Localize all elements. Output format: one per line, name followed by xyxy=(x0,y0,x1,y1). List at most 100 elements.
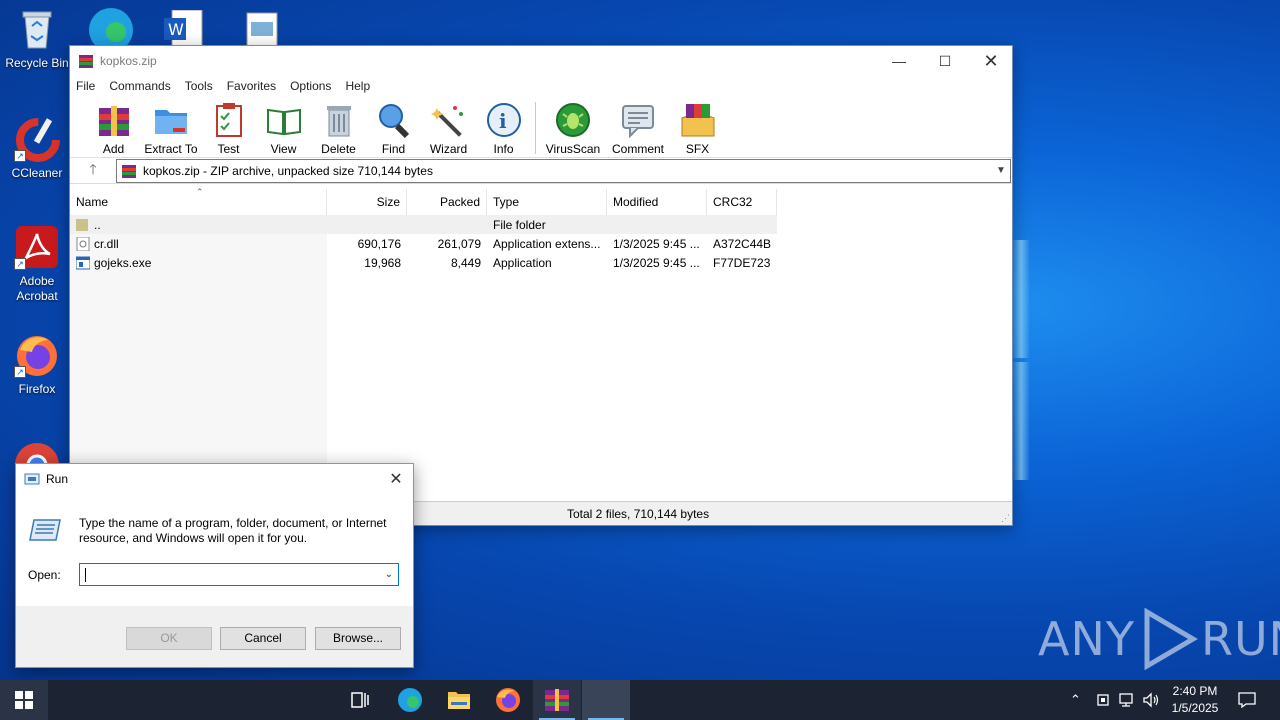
toolbar-info-button[interactable]: i Info xyxy=(476,102,531,156)
row-name-cell: gojeks.exe xyxy=(70,256,327,270)
taskbar-run[interactable] xyxy=(582,680,630,720)
toolbar-wizard-button[interactable]: Wizard xyxy=(421,102,476,156)
taskbar-edge[interactable] xyxy=(386,680,434,720)
menu-help[interactable]: Help xyxy=(345,79,370,93)
desktop-icon-ccleaner[interactable]: ↗ CCleaner xyxy=(0,116,74,180)
title-bar[interactable]: kopkos.zip — ☐ ✕ xyxy=(70,46,1012,76)
firefox-icon: ↗ xyxy=(14,332,60,378)
row-modified: 1/3/2025 9:45 ... xyxy=(613,255,700,270)
menu-options[interactable]: Options xyxy=(290,79,331,93)
run-description: Type the name of a program, folder, docu… xyxy=(79,516,387,545)
taskbar-file-explorer[interactable] xyxy=(435,680,483,720)
browse-button[interactable]: Browse... xyxy=(315,627,401,650)
toolbar-label: SFX xyxy=(685,142,710,156)
chevron-up-icon: ⌃ xyxy=(1070,692,1081,707)
row-name: cr.dll xyxy=(94,236,119,251)
menu-file[interactable]: File xyxy=(76,79,95,93)
row-crc: A372C44B xyxy=(713,236,772,251)
toolbar-test-button[interactable]: Test xyxy=(201,102,256,156)
address-row: 🡑 kopkos.zip - ZIP archive, unpacked siz… xyxy=(70,158,1012,184)
recycle-bin-icon xyxy=(14,6,60,52)
tray-volume-icon[interactable] xyxy=(1142,680,1160,720)
column-header-type[interactable]: Type xyxy=(487,189,607,215)
column-header-packed[interactable]: Packed xyxy=(407,189,487,215)
menu-tools[interactable]: Tools xyxy=(185,79,213,93)
column-header-crc32[interactable]: CRC32 xyxy=(707,189,777,215)
usb-device-icon xyxy=(1097,694,1109,706)
anyrun-watermark: ANY RUN xyxy=(1038,608,1280,670)
toolbar-find-button[interactable]: Find xyxy=(366,102,421,156)
toolbar-separator xyxy=(535,102,536,154)
chevron-down-icon[interactable]: ⌄ xyxy=(380,569,398,580)
comment-icon xyxy=(620,102,656,139)
watermark-text-right: RUN xyxy=(1200,612,1280,666)
image-file-icon[interactable] xyxy=(246,12,278,47)
firefox-icon xyxy=(496,688,520,712)
action-center-button[interactable] xyxy=(1238,680,1256,720)
start-button[interactable] xyxy=(0,680,48,720)
task-view-button[interactable] xyxy=(336,680,384,720)
chevron-down-icon[interactable]: ▼ xyxy=(992,165,1010,176)
table-row[interactable]: gojeks.exe 19,968 8,449 Application 1/3/… xyxy=(70,253,1012,272)
edge-desktop-icon[interactable] xyxy=(86,4,136,52)
menu-favorites[interactable]: Favorites xyxy=(227,79,276,93)
close-button[interactable]: ✕ xyxy=(968,46,1014,76)
toolbar: Add Extract To Test View Delete Find Wiz… xyxy=(70,96,1012,158)
run-body: Type the name of a program, folder, docu… xyxy=(16,494,413,606)
table-row[interactable]: .. File folder xyxy=(70,215,777,234)
address-bar[interactable]: kopkos.zip - ZIP archive, unpacked size … xyxy=(116,158,1011,183)
word-document-icon[interactable]: W xyxy=(164,9,204,47)
desktop-icon-recycle-bin[interactable]: Recycle Bin xyxy=(0,6,74,70)
taskbar-winrar[interactable] xyxy=(533,680,581,720)
toolbar-sfx-button[interactable]: SFX xyxy=(670,102,725,156)
desktop-icon-label: Firefox xyxy=(18,382,56,396)
ok-button[interactable]: OK xyxy=(126,627,212,650)
column-headers: Name Size Packed Type Modified CRC32 xyxy=(70,189,1012,215)
tray-device-icon[interactable] xyxy=(1095,680,1111,720)
network-icon xyxy=(1119,693,1133,707)
row-type: Application extens... xyxy=(493,236,601,251)
row-name: gojeks.exe xyxy=(94,255,152,270)
column-header-modified[interactable]: Modified xyxy=(607,189,707,215)
clock-date: 1/5/2025 xyxy=(1171,701,1219,715)
play-logo-icon xyxy=(1144,608,1198,670)
resize-grip-icon[interactable]: ⋰ xyxy=(1001,513,1010,524)
toolbar-comment-button[interactable]: Comment xyxy=(606,102,670,156)
maximize-button[interactable]: ☐ xyxy=(922,46,968,76)
toolbar-virusscan-button[interactable]: VirusScan xyxy=(540,102,606,156)
toolbar-add-button[interactable]: Add xyxy=(86,102,141,156)
up-folder-icon[interactable]: 🡑 xyxy=(70,159,116,183)
cancel-button[interactable]: Cancel xyxy=(220,627,306,650)
desktop-icon-adobe-acrobat[interactable]: ↗ Adobe Acrobat xyxy=(0,224,74,304)
archive-icon xyxy=(122,164,136,178)
minimize-button[interactable]: — xyxy=(876,46,922,76)
winrar-window: kopkos.zip — ☐ ✕ File Commands Tools Fav… xyxy=(69,45,1013,526)
column-header-size[interactable]: Size xyxy=(327,189,407,215)
show-hidden-icons-button[interactable]: ⌃ xyxy=(1070,680,1081,720)
tray-network-icon[interactable] xyxy=(1118,680,1136,720)
row-name-cell: .. xyxy=(70,218,327,232)
run-title-bar[interactable]: Run ✕ xyxy=(16,464,413,494)
toolbar-label: Comment xyxy=(611,142,664,156)
toolbar-label: Extract To xyxy=(144,142,198,156)
taskbar-clock[interactable]: 2:40 PM 1/5/2025 xyxy=(1160,683,1230,717)
toolbar-label: Test xyxy=(217,142,240,156)
toolbar-label: VirusScan xyxy=(545,142,601,156)
row-name: .. xyxy=(94,217,101,232)
chrome-desktop-icon[interactable] xyxy=(12,440,62,464)
toolbar-delete-button[interactable]: Delete xyxy=(311,102,366,156)
virus-scan-icon xyxy=(555,102,591,138)
desktop-icon-firefox[interactable]: ↗ Firefox xyxy=(0,332,74,396)
table-row[interactable]: cr.dll 690,176 261,079 Application exten… xyxy=(70,234,1012,253)
winrar-icon xyxy=(545,689,569,711)
info-icon: i xyxy=(486,102,522,138)
open-input[interactable]: ⌄ xyxy=(79,563,399,586)
run-close-button[interactable]: ✕ xyxy=(379,464,413,494)
dll-file-icon xyxy=(76,236,90,251)
menu-commands[interactable]: Commands xyxy=(109,79,170,93)
taskbar-firefox[interactable] xyxy=(484,680,532,720)
toolbar-extract-to-button[interactable]: Extract To xyxy=(141,102,201,156)
text-caret xyxy=(85,567,86,582)
toolbar-view-button[interactable]: View xyxy=(256,102,311,156)
shortcut-arrow-icon: ↗ xyxy=(14,150,26,162)
